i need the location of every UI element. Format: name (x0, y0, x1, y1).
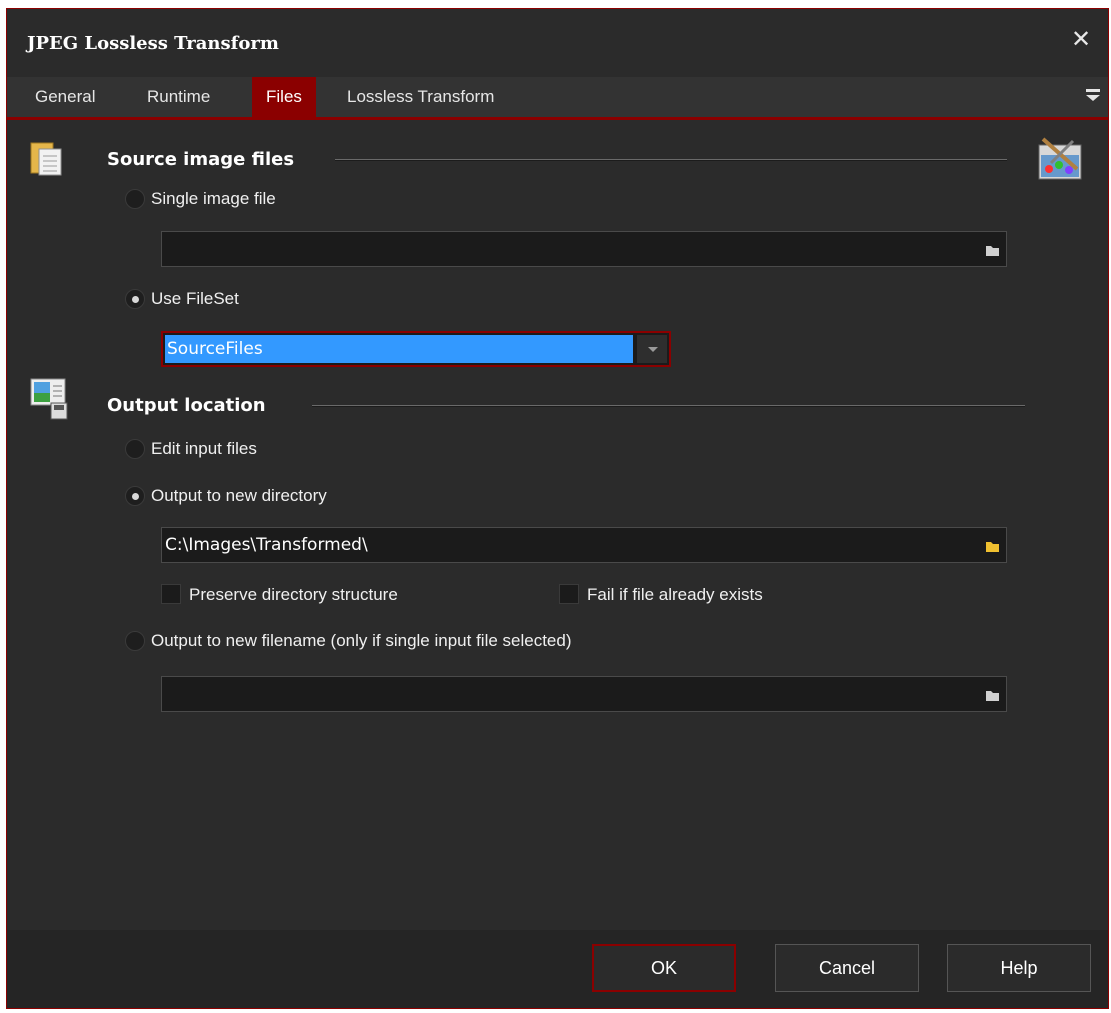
output-new-directory-label: Output to new directory (151, 486, 327, 505)
use-fileset-radio[interactable] (125, 289, 145, 309)
folder-document-icon (30, 142, 62, 176)
edit-input-files-label: Edit input files (151, 439, 257, 458)
output-new-directory-radio[interactable] (125, 486, 145, 506)
action-paint-icon (1038, 137, 1082, 180)
tab-menu-icon[interactable] (1086, 89, 1100, 105)
window-title: JPEG Lossless Transform (27, 33, 279, 54)
output-section-title: Output location (107, 395, 266, 416)
single-image-file-label: Single image file (151, 189, 276, 208)
help-button[interactable]: Help (947, 944, 1091, 992)
tab-underline (7, 117, 1108, 120)
chevron-down-icon[interactable] (637, 335, 667, 363)
preserve-directory-structure-label: Preserve directory structure (189, 585, 398, 604)
tab-lossless-transform[interactable]: Lossless Transform (333, 77, 508, 119)
single-image-file-input[interactable] (161, 231, 1007, 267)
folder-browse-icon[interactable] (981, 534, 1003, 556)
single-image-file-radio[interactable] (125, 189, 145, 209)
edit-input-files-radio[interactable] (125, 439, 145, 459)
cancel-button[interactable]: Cancel (775, 944, 919, 992)
output-directory-input[interactable]: C:\Images\Transformed\ (161, 527, 1007, 563)
fileset-select[interactable]: SourceFiles (161, 331, 671, 367)
ok-button[interactable]: OK (592, 944, 736, 992)
output-new-filename-label: Output to new filename (only if single i… (151, 631, 572, 650)
folder-browse-icon[interactable] (981, 238, 1003, 260)
fileset-selected-value: SourceFiles (165, 335, 633, 363)
fail-if-exists-checkbox[interactable] (559, 584, 579, 604)
tab-bar: General Runtime Files Lossless Transform (7, 77, 1108, 119)
tab-runtime[interactable]: Runtime (133, 77, 224, 119)
close-icon[interactable]: ✕ (1068, 27, 1094, 53)
jpeg-lossless-transform-dialog: JPEG Lossless Transform ✕ General Runtim… (6, 8, 1109, 1009)
preserve-directory-structure-checkbox[interactable] (161, 584, 181, 604)
source-section-title: Source image files (107, 149, 295, 170)
title-bar: JPEG Lossless Transform ✕ (7, 9, 1108, 77)
output-filename-input[interactable] (161, 676, 1007, 712)
button-bar: OK Cancel Help (7, 930, 1108, 1008)
tab-files[interactable]: Files (252, 77, 316, 119)
tab-general[interactable]: General (21, 77, 109, 119)
fail-if-exists-label: Fail if file already exists (587, 585, 763, 604)
source-divider (335, 159, 1007, 161)
output-divider (312, 405, 1025, 407)
output-directory-value: C:\Images\Transformed\ (165, 535, 368, 555)
image-save-icon (30, 378, 68, 420)
output-new-filename-radio[interactable] (125, 631, 145, 651)
use-fileset-label: Use FileSet (151, 289, 239, 308)
folder-browse-icon[interactable] (981, 683, 1003, 705)
